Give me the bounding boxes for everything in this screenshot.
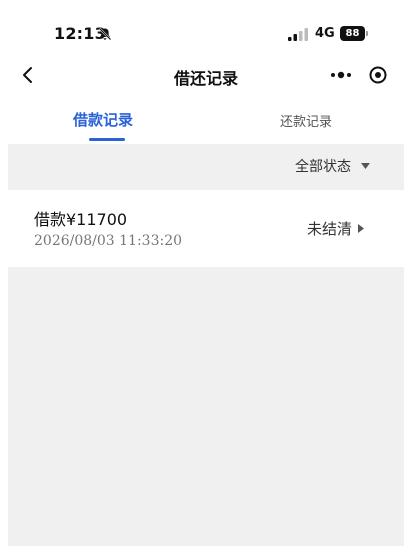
caret-down-icon xyxy=(361,163,370,169)
mini-program-capsule xyxy=(320,58,396,92)
active-tab-indicator xyxy=(89,138,125,141)
close-mini-program-icon[interactable] xyxy=(368,65,388,85)
battery-level: 88 xyxy=(340,26,365,41)
status-filter-label: 全部状态 xyxy=(295,159,351,175)
status-filter-dropdown[interactable]: 全部状态 xyxy=(295,156,370,176)
status-bar: 12:13 4G 88 xyxy=(0,0,412,52)
record-tabs: 借款记录 还款记录 xyxy=(0,98,412,144)
tab-repay-records[interactable]: 还款记录 xyxy=(203,98,409,144)
record-status: 未结清 xyxy=(306,220,352,238)
record-status-area: 未结清 xyxy=(284,190,404,267)
record-datetime: 2026/08/03 11:33:20 xyxy=(34,233,183,249)
record-amount: 借款¥11700 xyxy=(34,210,128,229)
network-type: 4G xyxy=(315,26,335,41)
signal-icon xyxy=(288,28,308,41)
bell-off-icon xyxy=(98,27,112,41)
list-item[interactable]: 借款¥11700 2026/08/03 11:33:20 未结清 xyxy=(8,190,404,267)
caret-right-icon xyxy=(358,224,364,233)
more-icon[interactable] xyxy=(328,66,354,84)
battery-cap xyxy=(366,31,368,36)
nav-bar: 借还记录 xyxy=(0,52,412,98)
battery-icon: 88 xyxy=(340,26,368,41)
filter-row: 全部状态 xyxy=(8,144,404,190)
